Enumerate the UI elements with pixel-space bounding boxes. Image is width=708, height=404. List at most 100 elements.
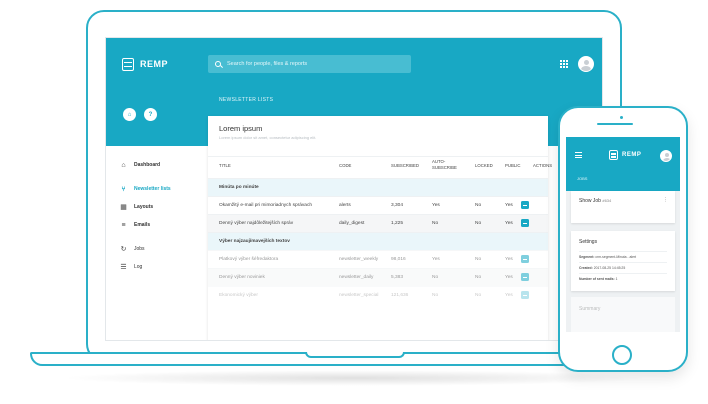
logo[interactable]: REMP bbox=[122, 57, 206, 71]
column-title[interactable]: TITLE bbox=[219, 163, 231, 169]
home-icon: ⌂ bbox=[121, 161, 126, 169]
cell-public: Yes bbox=[505, 203, 513, 208]
cell-subscribed: 1,225 bbox=[391, 221, 404, 226]
search-bar[interactable] bbox=[208, 55, 411, 73]
search-icon bbox=[215, 61, 221, 67]
job-title: Show Job #634 bbox=[579, 198, 611, 204]
apps-grid-icon[interactable] bbox=[560, 60, 568, 68]
laptop-screen: REMP ⌂ ? NEWSLETTER LISTS ⌂ Dashboard ⑂ … bbox=[105, 37, 603, 341]
sent-mails-value: 1 bbox=[615, 277, 618, 281]
sidebar-item-label: Log bbox=[134, 264, 143, 270]
phone-section-title: JOBS bbox=[577, 176, 588, 181]
cell-auto-subscribe: No bbox=[432, 221, 439, 226]
column-public[interactable]: PUBLIC bbox=[505, 163, 521, 169]
table-row[interactable]: Denný výber noviniek newsletter_daily 5,… bbox=[208, 268, 548, 286]
card-subtitle: Lorem ipsum dolor sit amet, consectetur … bbox=[219, 135, 317, 140]
sidebar-item-jobs[interactable]: ↻ Jobs bbox=[106, 240, 208, 258]
phone-section-header: JOBS bbox=[566, 175, 680, 191]
created-label: Created: bbox=[579, 266, 593, 270]
cell-subscribed: 121,636 bbox=[391, 293, 409, 298]
group-name: Výber najzaujímavejších textov bbox=[219, 239, 290, 244]
table-row[interactable]: Platkový výber šéfredaktora newsletter_w… bbox=[208, 250, 548, 268]
cell-subscribed: 5,383 bbox=[391, 275, 404, 280]
sidebar-item-label: Dashboard bbox=[134, 162, 161, 168]
edit-button[interactable] bbox=[521, 219, 529, 227]
column-auto-subscribe[interactable]: AUTO- SUBSCRIBE bbox=[432, 159, 457, 171]
group-name: Minúta po minúte bbox=[219, 185, 259, 190]
edit-button[interactable] bbox=[521, 291, 529, 299]
cell-title[interactable]: Ekonomický výber bbox=[219, 293, 258, 298]
cell-title[interactable]: Denný výber najdôležitejších správ bbox=[219, 221, 293, 226]
table-row[interactable]: Okamžitý e-mail pri mimoriadnych správac… bbox=[208, 196, 548, 214]
column-actions: ACTIONS bbox=[533, 163, 553, 168]
sidebar-item-layouts[interactable]: ▦ Layouts bbox=[106, 198, 208, 216]
search-input[interactable] bbox=[227, 61, 407, 67]
card-title: Lorem ipsum bbox=[219, 124, 263, 133]
table-group-row: Minúta po minúte bbox=[208, 178, 548, 196]
cell-locked: No bbox=[475, 275, 482, 280]
column-auto-subscribe-line1: AUTO- bbox=[432, 159, 446, 164]
sidebar-item-newsletter-lists[interactable]: ⑂ Newsletter lists bbox=[106, 180, 208, 198]
logo-text: REMP bbox=[140, 59, 169, 69]
cell-subscribed: 98,016 bbox=[391, 257, 406, 262]
column-locked[interactable]: LOCKED bbox=[475, 163, 493, 169]
sidebar-item-emails[interactable]: ≡ Emails bbox=[106, 216, 208, 234]
sidebar-item-dashboard[interactable]: ⌂ Dashboard bbox=[106, 156, 208, 174]
cell-code: alerts bbox=[339, 203, 351, 208]
column-code[interactable]: CODE bbox=[339, 163, 351, 169]
sent-mails-label: Number of sent mails: bbox=[579, 277, 615, 281]
sidebar-item-log[interactable]: ☰ Log bbox=[106, 258, 208, 276]
job-title-text: Show Job bbox=[579, 198, 601, 204]
phone-avatar[interactable] bbox=[660, 150, 672, 162]
phone-logo[interactable]: REMP bbox=[609, 150, 641, 160]
cell-public: Yes bbox=[505, 221, 513, 226]
more-vert-icon[interactable]: ⋮ bbox=[663, 197, 668, 203]
cell-code: daily_digest bbox=[339, 221, 365, 226]
refresh-icon: ↻ bbox=[120, 245, 127, 253]
column-subscribed[interactable]: SUBSCRIBED bbox=[391, 163, 419, 169]
phone-camera bbox=[620, 116, 623, 119]
divider bbox=[579, 262, 667, 263]
phone-logo-text: REMP bbox=[622, 152, 642, 158]
cell-locked: No bbox=[475, 293, 482, 298]
cell-title[interactable]: Denný výber noviniek bbox=[219, 275, 265, 280]
avatar[interactable] bbox=[578, 56, 594, 72]
divider bbox=[579, 273, 667, 274]
summary-card: Summary bbox=[571, 297, 675, 332]
job-card: Show Job #634 ⋮ bbox=[571, 191, 675, 223]
laptop-notch bbox=[305, 352, 405, 358]
cell-title[interactable]: Platkový výber šéfredaktora bbox=[219, 257, 278, 262]
created-value: 2017-08-25 14:45:25 bbox=[593, 266, 626, 270]
sent-mails-line: Number of sent mails: 1 bbox=[579, 277, 617, 281]
cell-code: newsletter_daily bbox=[339, 275, 374, 280]
log-icon: ☰ bbox=[120, 263, 127, 271]
home-icon: ⌂ bbox=[127, 111, 132, 118]
cell-title[interactable]: Okamžitý e-mail pri mimoriadnych správac… bbox=[219, 203, 312, 208]
cell-auto-subscribe: No bbox=[432, 293, 439, 298]
table-row[interactable]: Ekonomický výber newsletter_special 121,… bbox=[208, 286, 548, 304]
settings-card: Settings Segment: crm-segment-Minuta - a… bbox=[571, 231, 675, 291]
edit-button[interactable] bbox=[521, 273, 529, 281]
section-title: NEWSLETTER LISTS bbox=[219, 97, 274, 103]
divider bbox=[579, 251, 667, 252]
help-button[interactable]: ? bbox=[144, 108, 157, 121]
table-group-row: Výber najzaujímavejších textov bbox=[208, 232, 548, 250]
created-line: Created: 2017-08-25 14:45:25 bbox=[579, 266, 625, 270]
cell-code: newsletter_special bbox=[339, 293, 379, 298]
edit-button[interactable] bbox=[521, 201, 529, 209]
table-row[interactable]: Denný výber najdôležitejších správ daily… bbox=[208, 214, 548, 232]
edit-button[interactable] bbox=[521, 255, 529, 263]
settings-title: Settings bbox=[579, 239, 598, 245]
list-icon: ≡ bbox=[121, 221, 126, 229]
cell-public: Yes bbox=[505, 257, 513, 262]
home-button[interactable]: ⌂ bbox=[123, 108, 136, 121]
grid-icon: ▦ bbox=[120, 203, 127, 211]
newsletter-lists-card: Lorem ipsum Lorem ipsum dolor sit amet, … bbox=[208, 116, 552, 340]
cell-auto-subscribe: No bbox=[432, 275, 439, 280]
help-icon: ? bbox=[148, 111, 153, 118]
sidebar-item-label: Emails bbox=[134, 222, 151, 228]
menu-icon[interactable] bbox=[575, 152, 582, 160]
sidebar-item-label: Newsletter lists bbox=[134, 186, 171, 192]
cell-code: newsletter_weekly bbox=[339, 257, 379, 262]
sidebar-item-label: Layouts bbox=[134, 204, 154, 210]
